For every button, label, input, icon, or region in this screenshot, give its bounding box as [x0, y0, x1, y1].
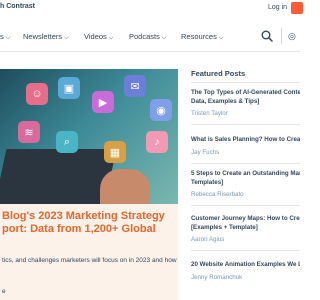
post-author[interactable]: Tristen Taylor — [191, 109, 300, 118]
post-title[interactable]: 5 Steps to Create an Outstanding Mar — [191, 170, 300, 179]
post-divider — [191, 124, 300, 125]
globe-icon[interactable]: ◎ — [288, 31, 296, 42]
post-author[interactable]: Jay Fuchs — [191, 148, 300, 157]
wifi-icon: ≋ — [18, 121, 40, 143]
search-icon[interactable] — [261, 30, 273, 42]
nav-item-resources[interactable]: Resources ⌵ — [181, 32, 223, 42]
featured-posts-panel: Featured Posts The Top Types of AI-Gener… — [191, 69, 300, 281]
high-contrast-toggle[interactable]: h Contrast — [0, 3, 35, 10]
laptop-shape — [0, 149, 117, 204]
post-author[interactable]: Aaron Agius — [191, 235, 300, 244]
post-title-cont[interactable]: Data, Examples & Tips] — [191, 98, 300, 107]
article-more: e — [2, 288, 6, 295]
chevron-down-icon: ⌵ — [64, 35, 69, 41]
post-divider — [191, 162, 300, 164]
user-icon: ☺ — [26, 83, 48, 105]
article-description: tics, and challenges marketers will focu… — [2, 257, 177, 264]
post-title[interactable]: What is Sales Planning? How to Creat — [191, 136, 300, 145]
nav-item-label: Newsletters — [23, 32, 63, 41]
chevron-down-icon: ⌵ — [218, 35, 224, 41]
post-divider — [191, 250, 300, 251]
lock-icon: ▣ — [58, 77, 80, 99]
music-icon: ♪ — [146, 131, 168, 153]
featured-post[interactable]: 20 Website Animation Examples We Lo Jenn… — [191, 261, 300, 282]
featured-post[interactable]: 5 Steps to Create an Outstanding Mar Tem… — [191, 170, 300, 206]
nav-item-newsletters[interactable]: Newsletters ⌵ — [23, 32, 69, 42]
nav-item-videos[interactable]: Videos ⌵ — [84, 32, 113, 42]
hand-shape — [100, 169, 150, 204]
nav-item-label: s — [0, 32, 4, 41]
post-title[interactable]: The Top Types of AI-Generated Conte — [191, 89, 300, 98]
login-link[interactable]: Log in — [268, 4, 287, 11]
cart-icon: ▦ — [104, 141, 126, 163]
chevron-down-icon: ⌵ — [161, 35, 167, 41]
chevron-down-icon: ⌵ — [108, 35, 114, 41]
nav-item-label: Podcasts — [129, 32, 160, 41]
featured-heading: Featured Posts — [191, 69, 246, 78]
nav-divider — [281, 28, 282, 44]
chevron-down-icon: ⌵ — [5, 35, 11, 41]
play-icon: ▶ — [92, 91, 114, 113]
article-title[interactable]: Blog's 2023 Marketing Strategy port: Dat… — [2, 210, 178, 236]
hero-image[interactable]: ☺ ▣ ▶ ✉ ◉ ≋ ⌕ ▦ ♪ — [0, 69, 178, 204]
get-started-button[interactable] — [291, 2, 303, 14]
nav-item-label: Resources — [181, 32, 217, 41]
post-title-cont[interactable]: [Examples + Template] — [191, 224, 300, 233]
featured-post[interactable]: What is Sales Planning? How to Creat Jay… — [191, 136, 300, 164]
main-nav: s ⌵ Newsletters ⌵ Videos ⌵ Podcasts ⌵ Resour… — [0, 22, 300, 52]
mail-icon: ✉ — [124, 75, 146, 97]
featured-post[interactable]: The Top Types of AI-Generated Conte Data… — [191, 89, 300, 125]
top-utility-bar: h Contrast Log in — [0, 0, 303, 18]
post-author[interactable]: Rebecca Riserbato — [191, 190, 300, 199]
post-title[interactable]: 20 Website Animation Examples We Lo — [191, 261, 300, 270]
search-tile-icon: ⌕ — [56, 131, 78, 153]
nav-item-label: Videos — [84, 32, 107, 41]
nav-item-podcasts[interactable]: Podcasts ⌵ — [129, 32, 166, 42]
featured-divider — [191, 82, 300, 83]
globe-tile-icon: ◉ — [150, 99, 172, 121]
post-author[interactable]: Jenny Romanchuk — [191, 273, 300, 282]
featured-post[interactable]: Customer Journey Maps: How to Creat [Exa… — [191, 215, 300, 251]
nav-item-partial[interactable]: s ⌵ — [0, 32, 10, 42]
article-card[interactable]: Blog's 2023 Marketing Strategy port: Dat… — [0, 204, 178, 300]
post-title-cont[interactable]: Templates] — [191, 179, 300, 188]
post-divider — [191, 205, 300, 206]
post-title[interactable]: Customer Journey Maps: How to Creat — [191, 215, 300, 224]
